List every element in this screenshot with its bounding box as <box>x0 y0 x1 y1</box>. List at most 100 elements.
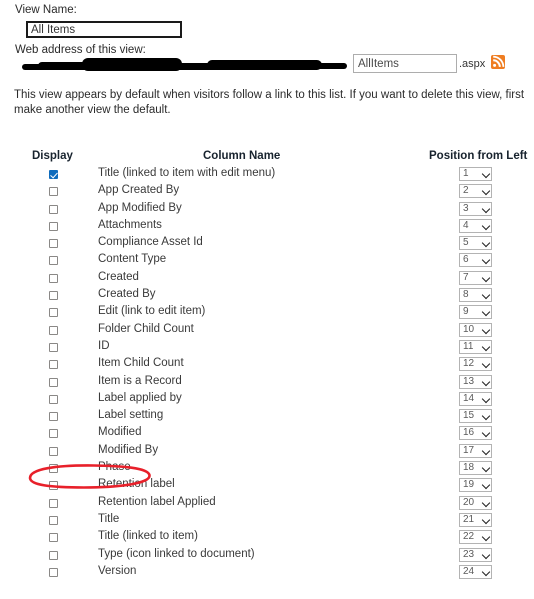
column-name-label: Title <box>98 512 120 525</box>
position-select[interactable]: 24 <box>459 564 492 579</box>
position-select-wrapper: 3 <box>459 201 492 216</box>
column-name-label: Content Type <box>98 253 167 266</box>
position-select[interactable]: 1 <box>459 167 492 181</box>
table-row: Label applied by 14 <box>0 391 534 410</box>
table-row: Title (linked to item with edit menu) 1 <box>0 167 534 185</box>
position-select[interactable]: 6 <box>459 253 492 268</box>
position-select[interactable]: 15 <box>459 409 492 424</box>
position-select-wrapper: 10 <box>459 322 492 337</box>
display-checkbox[interactable] <box>49 325 58 335</box>
position-select-wrapper: 4 <box>459 218 492 233</box>
position-select-wrapper: 2 <box>459 184 492 199</box>
column-name-label: App Modified By <box>98 201 182 214</box>
position-select[interactable]: 8 <box>459 288 492 303</box>
position-select[interactable]: 14 <box>459 391 492 406</box>
position-select[interactable]: 5 <box>459 236 492 251</box>
display-checkbox[interactable] <box>49 187 58 197</box>
column-name-label: Retention label <box>98 478 175 491</box>
table-row: Title (linked to item) 22 <box>0 530 534 548</box>
column-name-label: Type (icon linked to document) <box>98 547 255 560</box>
display-checkbox[interactable] <box>49 239 58 249</box>
position-select-wrapper: 23 <box>459 547 492 562</box>
display-checkbox[interactable] <box>49 360 58 370</box>
position-select-wrapper: 21 <box>459 512 492 527</box>
view-default-description: This view appears by default when visito… <box>14 89 525 116</box>
position-select-wrapper: 5 <box>459 236 492 251</box>
position-select-wrapper: 7 <box>459 270 492 285</box>
column-name-label: Created By <box>98 288 156 301</box>
header-display: Display <box>32 150 73 162</box>
position-select-wrapper: 11 <box>459 339 492 354</box>
column-name-label: Compliance Asset Id <box>98 236 203 249</box>
position-select[interactable]: 19 <box>459 478 492 493</box>
table-row: Item Child Count 12 <box>0 357 534 375</box>
column-name-label: Label setting <box>98 409 164 422</box>
display-checkbox[interactable] <box>49 446 58 456</box>
position-select[interactable]: 23 <box>459 547 492 562</box>
table-row: Type (icon linked to document) 23 <box>0 547 534 566</box>
column-name-label: Phase <box>98 461 131 474</box>
display-checkbox[interactable] <box>49 170 58 179</box>
position-select[interactable]: 9 <box>459 305 492 320</box>
display-checkbox[interactable] <box>49 481 58 491</box>
display-checkbox[interactable] <box>49 291 58 301</box>
display-checkbox[interactable] <box>49 567 58 577</box>
table-row: Attachments 4 <box>0 218 534 237</box>
position-select[interactable]: 21 <box>459 512 492 527</box>
display-checkbox[interactable] <box>49 273 58 283</box>
position-select-wrapper: 6 <box>459 253 492 268</box>
display-checkbox[interactable] <box>49 394 58 404</box>
position-select[interactable]: 10 <box>459 322 492 337</box>
column-name-label: Modified By <box>98 443 159 456</box>
position-select[interactable]: 7 <box>459 270 492 285</box>
display-checkbox[interactable] <box>49 221 58 231</box>
view-name-label: View Name: <box>15 4 77 16</box>
position-select-wrapper: 19 <box>459 478 492 493</box>
display-checkbox[interactable] <box>49 429 58 439</box>
position-select[interactable]: 12 <box>459 357 492 372</box>
table-row: Retention label 19 <box>0 478 534 496</box>
position-select[interactable]: 13 <box>459 374 492 389</box>
display-checkbox[interactable] <box>49 204 58 214</box>
position-select[interactable]: 22 <box>459 530 492 545</box>
table-row: Version 24 <box>0 564 534 583</box>
position-select[interactable]: 16 <box>459 426 492 441</box>
table-row: Item is a Record 13 <box>0 374 534 393</box>
table-row: Modified 16 <box>0 426 534 444</box>
position-select-wrapper: 9 <box>459 305 492 320</box>
redacted-url-text <box>22 58 348 73</box>
column-name-label: Retention label Applied <box>98 495 216 508</box>
display-checkbox[interactable] <box>49 256 58 266</box>
display-checkbox[interactable] <box>49 464 58 474</box>
display-checkbox[interactable] <box>49 515 58 525</box>
table-row: Title 21 <box>0 512 534 531</box>
display-checkbox[interactable] <box>49 412 58 422</box>
position-select-wrapper: 22 <box>459 530 492 545</box>
position-select-wrapper: 24 <box>459 564 492 579</box>
position-select[interactable]: 20 <box>459 495 492 510</box>
view-name-input[interactable] <box>26 21 182 38</box>
display-checkbox[interactable] <box>49 342 58 352</box>
column-name-label: Version <box>98 564 137 577</box>
url-filename-input[interactable] <box>353 54 457 73</box>
display-checkbox[interactable] <box>49 377 58 387</box>
position-select-wrapper: 16 <box>459 426 492 441</box>
display-checkbox[interactable] <box>49 308 58 318</box>
position-select-wrapper: 17 <box>459 443 492 458</box>
display-checkbox[interactable] <box>49 550 58 560</box>
position-select[interactable]: 17 <box>459 443 492 458</box>
position-select[interactable]: 11 <box>459 339 492 354</box>
display-checkbox[interactable] <box>49 533 58 543</box>
rss-icon[interactable] <box>491 55 505 69</box>
column-name-label: App Created By <box>98 184 180 197</box>
position-select[interactable]: 2 <box>459 184 492 199</box>
table-row: Compliance Asset Id 5 <box>0 236 534 254</box>
column-name-label: Edit (link to edit item) <box>98 305 206 318</box>
position-select[interactable]: 4 <box>459 218 492 233</box>
position-select[interactable]: 18 <box>459 461 492 476</box>
position-select-wrapper: 13 <box>459 374 492 389</box>
table-row: Label setting 15 <box>0 409 534 427</box>
display-checkbox[interactable] <box>49 498 58 508</box>
position-select[interactable]: 3 <box>459 201 492 216</box>
table-row: Phase 18 <box>0 461 534 479</box>
